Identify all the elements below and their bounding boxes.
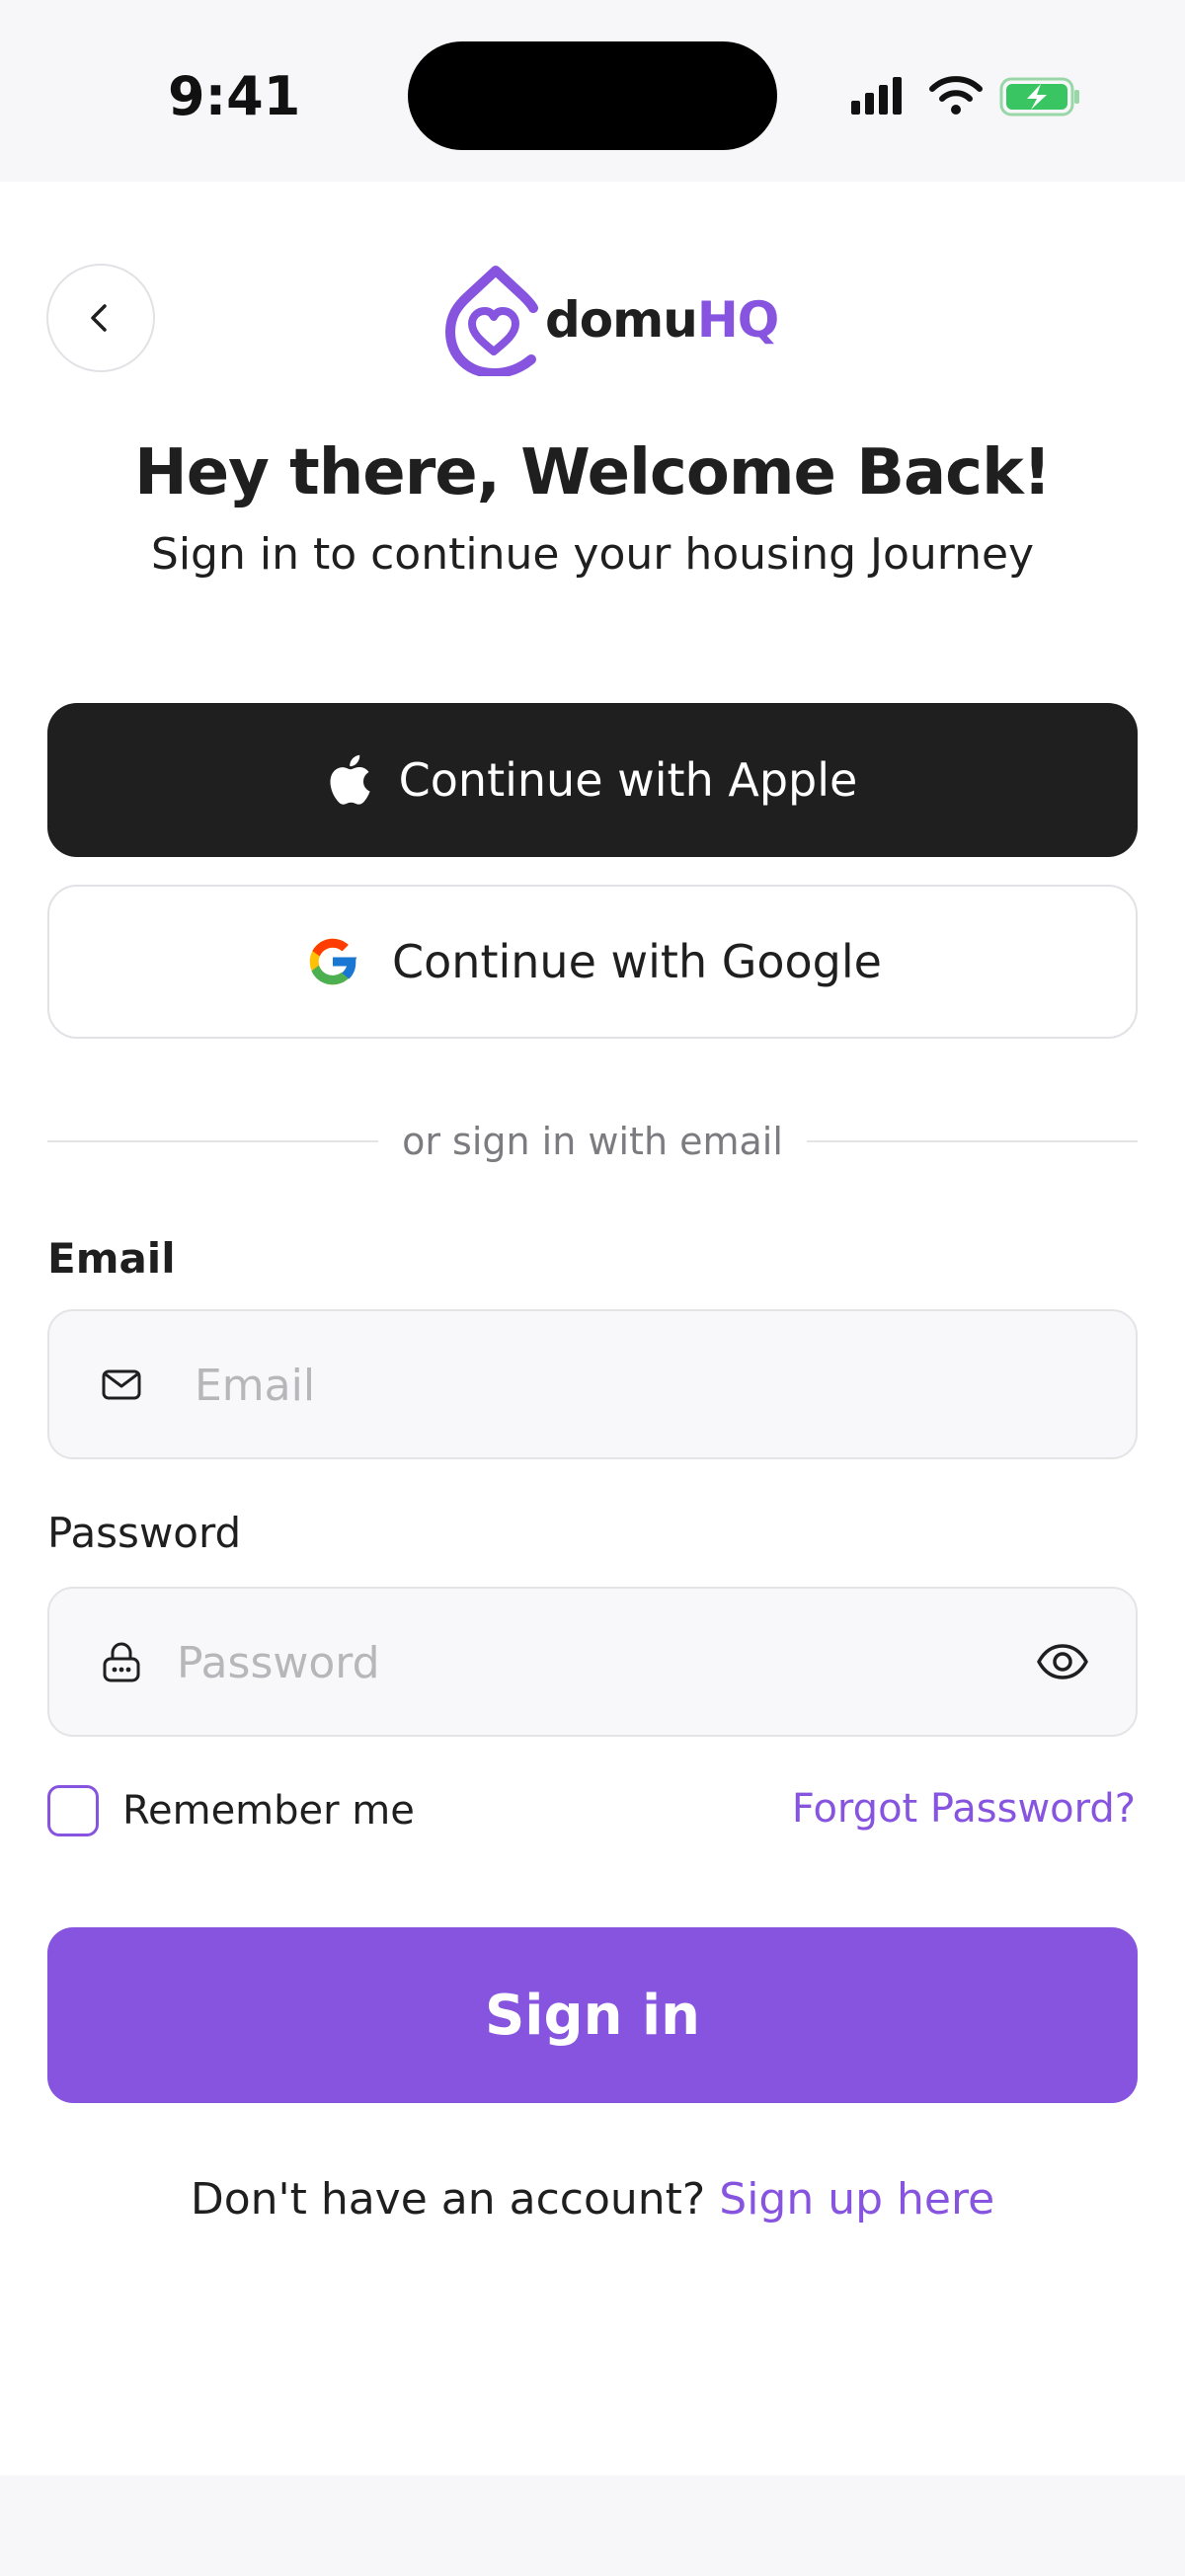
password-input[interactable]: [175, 1589, 969, 1737]
password-label: Password: [47, 1509, 242, 1557]
wifi-icon: [929, 76, 983, 115]
sign-in-button[interactable]: Sign in: [47, 1927, 1138, 2103]
remember-me-checkbox[interactable]: [47, 1785, 99, 1836]
divider-text: or sign in with email: [402, 1120, 783, 1163]
sign-up-link[interactable]: Sign up here: [719, 2174, 994, 2225]
back-button[interactable]: [46, 264, 155, 372]
status-bar: 9:41: [0, 0, 1185, 182]
password-field[interactable]: [47, 1587, 1138, 1737]
email-field[interactable]: [47, 1309, 1138, 1459]
lock-icon: [103, 1642, 140, 1682]
page-subtitle: Sign in to continue your housing Journey: [150, 529, 1035, 580]
chevron-left-icon: [91, 304, 107, 332]
email-label: Email: [47, 1234, 176, 1283]
divider-line-left: [47, 1140, 379, 1142]
apple-icon: [330, 754, 370, 805]
brand-logo: domuHQ: [444, 263, 779, 376]
battery-icon: [999, 77, 1079, 117]
signup-prompt: Don't have an account? Sign up here: [0, 2174, 1185, 2225]
remember-me[interactable]: Remember me: [47, 1781, 415, 1840]
brand-wordmark: domuHQ: [545, 290, 779, 349]
email-input[interactable]: [193, 1311, 987, 1459]
dynamic-island: [408, 41, 777, 150]
email-divider: or sign in with email: [47, 1112, 1138, 1171]
divider-line-right: [806, 1140, 1138, 1142]
apple-button-label: Continue with Apple: [398, 753, 858, 807]
continue-with-apple-button[interactable]: Continue with Apple: [47, 703, 1138, 857]
sign-in-screen: domuHQ Hey there, Welcome Back! Sign in …: [0, 182, 1185, 2475]
remember-me-label: Remember me: [122, 1788, 415, 1834]
mail-icon: [102, 1369, 141, 1400]
continue-with-google-button[interactable]: Continue with Google: [47, 885, 1138, 1039]
heart-house-logo-icon: [445, 266, 538, 376]
cellular-signal-icon: [851, 77, 902, 115]
status-time: 9:41: [168, 65, 301, 127]
signup-prompt-text: Don't have an account?: [190, 2174, 706, 2225]
google-button-label: Continue with Google: [392, 935, 882, 988]
status-icons: [851, 76, 1079, 117]
forgot-password-link[interactable]: Forgot Password?: [792, 1786, 1136, 1832]
page-title: Hey there, Welcome Back!: [134, 436, 1052, 509]
eye-icon[interactable]: [1035, 1634, 1090, 1689]
google-icon: [309, 938, 357, 985]
